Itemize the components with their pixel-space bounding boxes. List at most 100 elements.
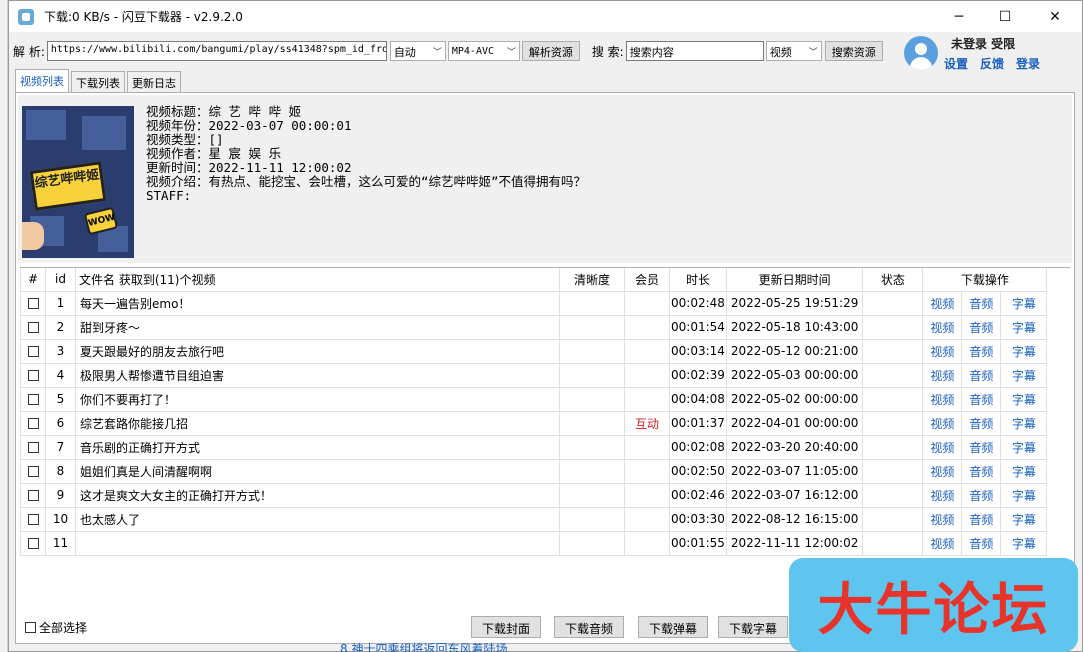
table-row[interactable]: 6 综艺套路你能接几招 互动 00:01:37 2022-04-01 00:00:00 视… bbox=[20, 410, 1048, 436]
download-subtitle-link[interactable]: 字幕 bbox=[1012, 441, 1036, 455]
table-row[interactable]: 9 这才是爽文大女主的正确打开方式！ 00:02:46 2022-03-07 16:1… bbox=[20, 482, 1048, 508]
download-subtitle-link[interactable]: 字幕 bbox=[1012, 369, 1036, 383]
user-icon[interactable] bbox=[904, 36, 938, 70]
quality-select[interactable]: 自动 ﹀ bbox=[389, 41, 446, 61]
download-video-link[interactable]: 视频 bbox=[930, 513, 954, 527]
row-checkbox-cell[interactable] bbox=[20, 290, 46, 316]
feedback-link[interactable]: 反馈 bbox=[980, 55, 1004, 72]
download-subtitle-link[interactable]: 字幕 bbox=[1012, 489, 1036, 503]
download-audio-link[interactable]: 音频 bbox=[969, 513, 993, 527]
table-row[interactable]: 3 夏天跟最好的朋友去旅行吧 00:03:14 2022-05-12 00:21:00… bbox=[20, 338, 1048, 364]
col-duration[interactable]: 时长 bbox=[669, 268, 727, 292]
col-id[interactable]: id bbox=[45, 268, 76, 292]
download-audio-link[interactable]: 音频 bbox=[969, 297, 993, 311]
row-checkbox-cell[interactable] bbox=[20, 338, 46, 364]
row-checkbox[interactable] bbox=[27, 514, 39, 525]
row-checkbox[interactable] bbox=[27, 538, 39, 549]
download-audio-link[interactable]: 音频 bbox=[969, 537, 993, 551]
select-all[interactable]: 全部选择 bbox=[25, 619, 87, 636]
tab-video-list[interactable]: 视频列表 bbox=[15, 69, 69, 92]
download-subtitle-link[interactable]: 字幕 bbox=[1012, 321, 1036, 335]
download-subtitle-link[interactable]: 字幕 bbox=[1012, 465, 1036, 479]
row-checkbox-cell[interactable] bbox=[20, 410, 46, 436]
table-row[interactable]: 5 你们不要再打了！ 00:04:08 2022-05-02 00:00:00 视频 音频… bbox=[20, 386, 1048, 412]
search-type-select[interactable]: 视频 ﹀ bbox=[765, 41, 822, 61]
col-filename[interactable]: 文件名 获取到(11)个视频 bbox=[75, 268, 560, 292]
download-audio-link[interactable]: 音频 bbox=[969, 345, 993, 359]
row-checkbox-cell[interactable] bbox=[20, 482, 46, 508]
download-audio-link[interactable]: 音频 bbox=[969, 393, 993, 407]
col-check[interactable]: # bbox=[20, 268, 46, 292]
tab-download-list[interactable]: 下载列表 bbox=[71, 71, 125, 92]
download-video-link[interactable]: 视频 bbox=[930, 489, 954, 503]
download-subtitle-button[interactable]: 下载字幕 bbox=[718, 616, 789, 638]
download-audio-link[interactable]: 音频 bbox=[969, 369, 993, 383]
url-input[interactable]: https://www.bilibili.com/bangumi/play/ss… bbox=[46, 41, 387, 61]
col-actions[interactable]: 下载操作 bbox=[922, 268, 1048, 292]
row-checkbox[interactable] bbox=[27, 490, 39, 501]
row-checkbox[interactable] bbox=[27, 370, 39, 381]
download-audio-button[interactable]: 下载音频 bbox=[554, 616, 625, 638]
table-row[interactable]: 7 音乐剧的正确打开方式 00:02:08 2022-03-20 20:40:00 视频… bbox=[20, 434, 1048, 460]
download-audio-link[interactable]: 音频 bbox=[969, 321, 993, 335]
col-status[interactable]: 状态 bbox=[862, 268, 924, 292]
background-news-link[interactable]: 8 神十四乘组将返回东风着陆场 bbox=[340, 640, 507, 652]
row-checkbox[interactable] bbox=[27, 418, 39, 429]
row-checkbox[interactable] bbox=[27, 322, 39, 333]
col-updated[interactable]: 更新日期时间 bbox=[725, 268, 864, 292]
select-all-checkbox[interactable] bbox=[25, 622, 36, 633]
row-checkbox-cell[interactable] bbox=[20, 314, 46, 340]
download-video-link[interactable]: 视频 bbox=[930, 537, 954, 551]
table-row[interactable]: 4 极限男人帮惨遭节目组迫害 00:02:39 2022-05-03 00:00:00… bbox=[20, 362, 1048, 388]
table-row[interactable]: 8 姐姐们真是人间清醒啊啊 00:02:50 2022-03-07 11:05:00 视… bbox=[20, 458, 1048, 484]
download-audio-link[interactable]: 音频 bbox=[969, 465, 993, 479]
row-checkbox[interactable] bbox=[27, 466, 39, 477]
download-danmaku-button[interactable]: 下载弹幕 bbox=[638, 616, 709, 638]
row-checkbox[interactable] bbox=[27, 346, 39, 357]
table-row[interactable]: 1 每天一遍告别emo！ 00:02:48 2022-05-25 19:51:29 视频… bbox=[20, 290, 1048, 316]
download-audio-link[interactable]: 音频 bbox=[969, 489, 993, 503]
download-audio-link[interactable]: 音频 bbox=[969, 441, 993, 455]
row-checkbox-cell[interactable] bbox=[20, 530, 46, 556]
row-checkbox[interactable] bbox=[27, 394, 39, 405]
row-checkbox-cell[interactable] bbox=[20, 506, 46, 532]
login-link[interactable]: 登录 bbox=[1016, 55, 1040, 72]
download-video-link[interactable]: 视频 bbox=[930, 393, 954, 407]
row-checkbox-cell[interactable] bbox=[20, 362, 46, 388]
row-checkbox-cell[interactable] bbox=[20, 458, 46, 484]
row-checkbox-cell[interactable] bbox=[20, 434, 46, 460]
row-checkbox[interactable] bbox=[27, 298, 39, 309]
table-row[interactable]: 10 也太感人了 00:03:30 2022-08-12 16:15:00 视频 音频 字幕 bbox=[20, 506, 1048, 532]
row-checkbox-cell[interactable] bbox=[20, 386, 46, 412]
table-row[interactable]: 2 甜到牙疼～ 00:01:54 2022-05-18 10:43:00 视频 音频 字幕 bbox=[20, 314, 1048, 340]
tab-changelog[interactable]: 更新日志 bbox=[127, 71, 181, 92]
download-subtitle-link[interactable]: 字幕 bbox=[1012, 513, 1036, 527]
download-subtitle-link[interactable]: 字幕 bbox=[1012, 345, 1036, 359]
search-input[interactable]: 搜索内容 bbox=[625, 41, 764, 61]
download-video-link[interactable]: 视频 bbox=[930, 441, 954, 455]
search-button[interactable]: 搜索资源 bbox=[824, 41, 883, 61]
table-row[interactable]: 11 00:01:55 2022-11-11 12:00:02 视频 音频 字幕 bbox=[20, 530, 1048, 556]
close-button[interactable]: ✕ bbox=[1032, 1, 1078, 32]
row-duration: 00:02:48 bbox=[669, 290, 727, 316]
download-audio-link[interactable]: 音频 bbox=[969, 417, 993, 431]
download-video-link[interactable]: 视频 bbox=[930, 321, 954, 335]
maximize-button[interactable]: ☐ bbox=[982, 1, 1028, 32]
download-video-link[interactable]: 视频 bbox=[930, 297, 954, 311]
download-video-link[interactable]: 视频 bbox=[930, 465, 954, 479]
col-vip[interactable]: 会员 bbox=[624, 268, 670, 292]
download-subtitle-link[interactable]: 字幕 bbox=[1012, 297, 1036, 311]
format-select[interactable]: MP4-AVC ﹀ bbox=[447, 41, 520, 61]
minimize-button[interactable]: ─ bbox=[936, 1, 982, 32]
download-video-link[interactable]: 视频 bbox=[930, 417, 954, 431]
parse-button[interactable]: 解析资源 bbox=[521, 41, 580, 61]
col-quality[interactable]: 清晰度 bbox=[559, 268, 625, 292]
row-checkbox[interactable] bbox=[27, 442, 39, 453]
download-subtitle-link[interactable]: 字幕 bbox=[1012, 393, 1036, 407]
settings-link[interactable]: 设置 bbox=[944, 55, 968, 72]
download-video-link[interactable]: 视频 bbox=[930, 369, 954, 383]
download-subtitle-link[interactable]: 字幕 bbox=[1012, 537, 1036, 551]
download-cover-button[interactable]: 下载封面 bbox=[471, 616, 542, 638]
download-video-link[interactable]: 视频 bbox=[930, 345, 954, 359]
download-subtitle-link[interactable]: 字幕 bbox=[1012, 417, 1036, 431]
